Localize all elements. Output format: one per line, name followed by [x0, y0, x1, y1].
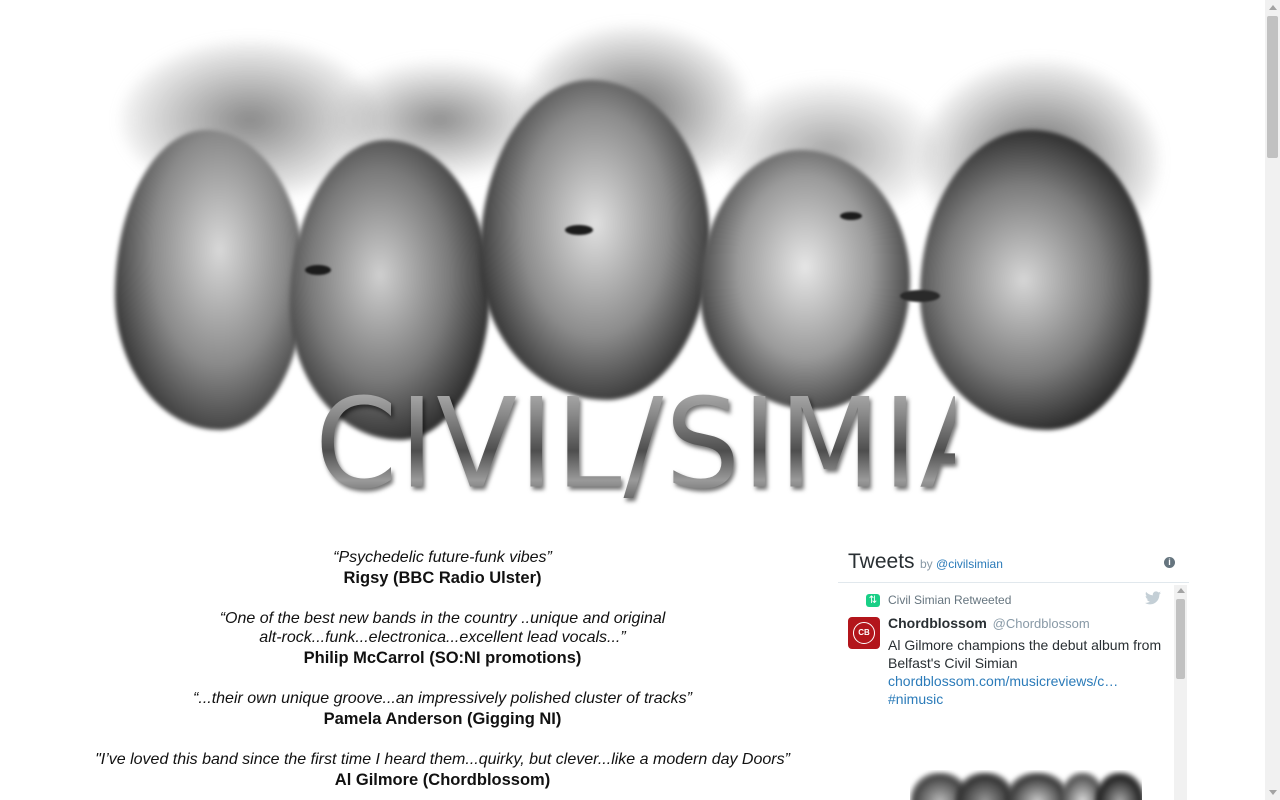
- quote-item: “Psychedelic future-funk vibes” Rigsy (B…: [90, 548, 795, 589]
- quote-text: "I’ve loved this band since the first ti…: [95, 751, 790, 768]
- avatar-label: CB: [853, 622, 875, 644]
- quote-item: "I’ve loved this band since the first ti…: [90, 750, 795, 791]
- quote-author: Philip McCarrol (SO:NI promotions): [303, 649, 582, 667]
- scroll-up-icon[interactable]: [1269, 5, 1277, 10]
- tweet-author-name[interactable]: Chordblossom: [888, 615, 987, 631]
- twitter-timeline-widget: Tweets by @civilsimian i ⇅ Civil Simian …: [838, 540, 1189, 800]
- band-banner: CIVIL/SIMIAN: [100, 20, 1170, 520]
- quote-author: Rigsy (BBC Radio Ulster): [343, 569, 542, 587]
- retweet-label: Civil Simian Retweeted: [888, 593, 1012, 607]
- twitter-widget-feed[interactable]: ⇅ Civil Simian Retweeted CB Chordblossom…: [838, 583, 1189, 800]
- page-scrollbar[interactable]: [1265, 0, 1280, 800]
- scroll-down-icon[interactable]: [1269, 790, 1277, 795]
- quote-item: “...their own unique groove...an impress…: [90, 689, 795, 730]
- quote-text: “...their own unique groove...an impress…: [193, 690, 692, 707]
- tweet-hashtag[interactable]: #nimusic: [888, 690, 1170, 708]
- retweet-icon: ⇅: [866, 594, 880, 607]
- twitter-widget-byline: by @civilsimian: [920, 557, 1003, 571]
- quote-item: “One of the best new bands in the countr…: [90, 609, 795, 669]
- twitter-feed-scrollbar[interactable]: [1174, 585, 1187, 800]
- scrollbar-thumb[interactable]: [1267, 16, 1278, 158]
- quote-text: “One of the best new bands in the countr…: [219, 610, 666, 646]
- press-quotes: “Psychedelic future-funk vibes” Rigsy (B…: [90, 548, 795, 800]
- tweet-author-handle[interactable]: @Chordblossom: [993, 616, 1090, 631]
- scroll-up-icon[interactable]: [1177, 588, 1185, 593]
- quote-author: Pamela Anderson (Gigging NI): [323, 710, 562, 728]
- tweet-media-image[interactable]: [910, 770, 1142, 800]
- quote-text: “Psychedelic future-funk vibes”: [333, 549, 552, 566]
- page: CIVIL/SIMIAN “Psychedelic future-funk vi…: [0, 0, 1265, 800]
- twitter-widget-header: Tweets by @civilsimian i: [838, 540, 1189, 583]
- tweet-body: Al Gilmore champions the debut album fro…: [888, 637, 1162, 671]
- tweet-author[interactable]: Chordblossom @Chordblossom: [888, 615, 1090, 631]
- twitter-handle-link[interactable]: @civilsimian: [936, 557, 1003, 571]
- avatar[interactable]: CB: [848, 617, 880, 649]
- twitter-widget-title: Tweets: [848, 550, 915, 573]
- quote-author: Al Gilmore (Chordblossom): [334, 771, 551, 789]
- tweet-text: Al Gilmore champions the debut album fro…: [888, 636, 1170, 708]
- scrollbar-thumb[interactable]: [1176, 599, 1185, 679]
- info-icon[interactable]: i: [1164, 557, 1175, 568]
- band-logo: CIVIL/SIMIAN: [315, 371, 1093, 516]
- tweet-link[interactable]: chordblossom.com/musicreviews/c…: [888, 672, 1170, 690]
- twitter-bird-icon[interactable]: [1145, 591, 1163, 606]
- byline-prefix: by: [920, 557, 933, 571]
